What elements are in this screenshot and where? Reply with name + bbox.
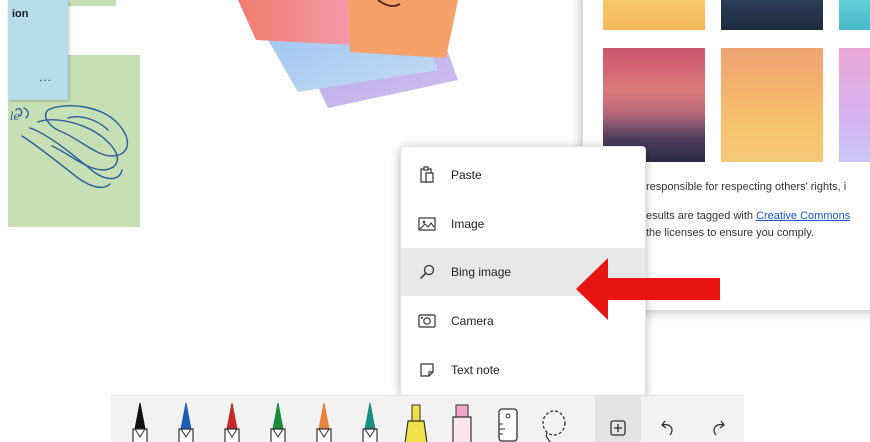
image-thumbnail[interactable] xyxy=(603,48,705,162)
lasso-select-tool[interactable] xyxy=(531,396,577,442)
blue-sticky-note[interactable]: ion ... xyxy=(8,0,68,100)
whiteboard-canvas[interactable]: le ion ... responsible for respecting ot… xyxy=(0,0,870,442)
creative-commons-link[interactable]: Creative Commons xyxy=(756,210,850,222)
image-thumbnail[interactable] xyxy=(839,48,870,162)
red-arrow-annotation xyxy=(576,258,720,320)
ruler-icon xyxy=(498,408,518,442)
green-pen-tool[interactable] xyxy=(255,396,301,442)
paste-icon xyxy=(417,165,437,185)
redo-icon xyxy=(713,420,725,436)
black-pen-tool[interactable] xyxy=(117,396,163,442)
ruler-tool[interactable] xyxy=(485,396,531,442)
menu-label-bing-image: Bing image xyxy=(451,265,512,279)
add-icon xyxy=(610,420,626,436)
text-note-icon xyxy=(417,360,437,380)
green-note-edge xyxy=(68,0,116,6)
camera-icon xyxy=(417,311,437,331)
menu-item-image[interactable]: Image xyxy=(401,200,645,248)
menu-label-camera: Camera xyxy=(451,314,494,328)
red-pen-tool[interactable] xyxy=(209,396,255,442)
image-thumbnail[interactable] xyxy=(721,0,823,30)
teal-pen-tool[interactable] xyxy=(347,396,393,442)
yellow-highlighter-tool[interactable] xyxy=(393,396,439,442)
menu-label-text-note: Text note xyxy=(451,363,500,377)
orange-pen-tool[interactable] xyxy=(301,396,347,442)
pink-highlighter-tool[interactable] xyxy=(439,396,485,442)
pen-icon xyxy=(270,402,286,442)
image-thumbnail[interactable] xyxy=(721,48,823,162)
undo-icon xyxy=(661,420,673,436)
note-title: ion xyxy=(12,8,29,20)
inking-toolbar xyxy=(111,395,744,442)
lasso-icon xyxy=(542,410,566,442)
search-icon xyxy=(417,262,437,282)
undo-tool[interactable] xyxy=(645,396,691,442)
blue-pen-tool[interactable] xyxy=(163,396,209,442)
pen-icon xyxy=(132,402,148,442)
image-thumbnail[interactable] xyxy=(603,0,705,30)
menu-item-paste[interactable]: Paste xyxy=(401,151,645,199)
image-thumbnail[interactable] xyxy=(839,0,870,30)
pen-icon xyxy=(316,402,332,442)
image-icon xyxy=(417,214,437,234)
note-more-button[interactable]: ... xyxy=(39,70,52,84)
doodle-text: le xyxy=(10,110,21,123)
ink-doodle: le xyxy=(10,105,129,189)
add-tool[interactable] xyxy=(595,396,641,442)
bing-disclaimer-text: responsible for respecting others' right… xyxy=(646,181,847,193)
menu-label-image: Image xyxy=(451,217,485,231)
menu-label-paste: Paste xyxy=(451,168,482,182)
pen-icon xyxy=(178,402,194,442)
license-text-prefix: esults are tagged with xyxy=(646,210,757,222)
pen-icon xyxy=(224,402,240,442)
highlighter-icon xyxy=(404,404,428,442)
menu-item-text-note[interactable]: Text note xyxy=(401,346,645,394)
pen-icon xyxy=(362,402,378,442)
redo-tool[interactable] xyxy=(695,396,741,442)
highlighter-icon xyxy=(452,404,472,442)
license-text: esults are tagged with Creative Commons xyxy=(646,210,850,222)
sticky-notes-stack[interactable] xyxy=(228,0,468,115)
license-compliance-text: the licenses to ensure you comply. xyxy=(646,227,814,239)
